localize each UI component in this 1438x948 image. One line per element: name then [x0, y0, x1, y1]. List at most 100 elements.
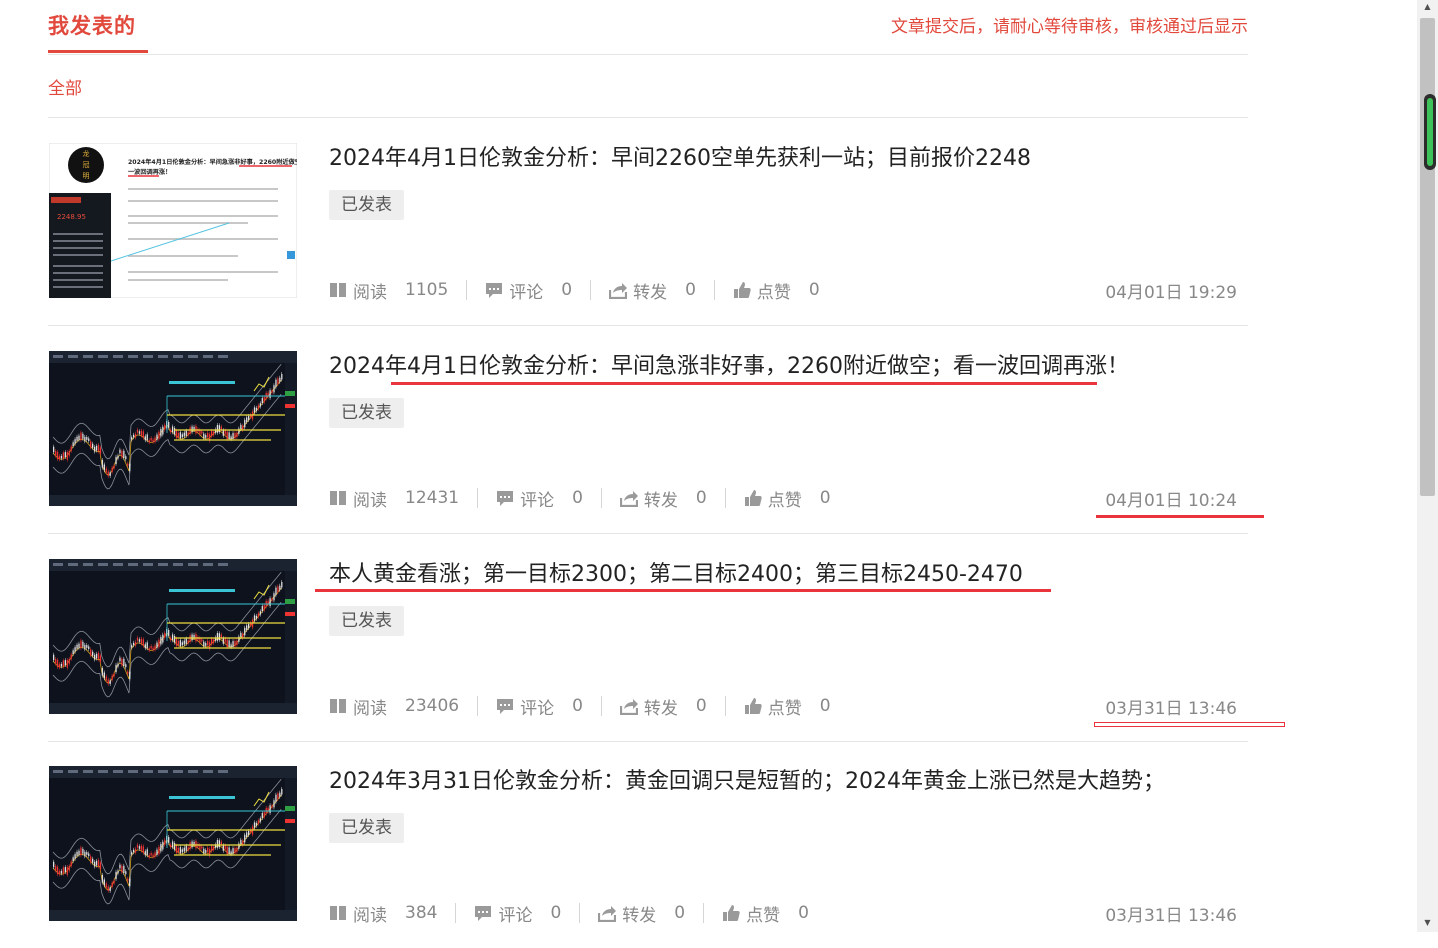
candlestick-chart-image [49, 351, 297, 506]
read-count: 384 [405, 903, 438, 923]
stat-separator [703, 903, 705, 923]
article-title[interactable]: 2024年4月1日伦敦金分析：早间2260空单先获利一站；目前报价2248 [329, 140, 1031, 172]
share-stat[interactable]: 转发 0 [609, 278, 696, 303]
comment-stat[interactable]: 评论 0 [485, 278, 572, 303]
article-thumbnail-chart[interactable] [49, 766, 297, 921]
article-thumbnail-document[interactable]: 龙 冠 明 2024年4月1日伦敦金分析：早间急涨非好事，2260附近做空；看 … [49, 143, 297, 298]
annotation-underline [1094, 722, 1285, 727]
publish-date: 03月31日 13:46 [1105, 906, 1237, 926]
thumbnail-seal-char-3: 明 [83, 172, 90, 180]
like-label: 点赞 [767, 490, 802, 511]
thumbnail-price: 2248.95 [57, 213, 86, 221]
candlestick-chart-image [49, 766, 297, 921]
stat-separator [713, 280, 715, 300]
stat-separator [590, 280, 592, 300]
like-stat[interactable]: 点赞 0 [744, 694, 831, 719]
thumbnail-seal-char-2: 冠 [83, 161, 90, 169]
like-count: 0 [819, 696, 831, 716]
article-list-page: 我发表的 文章提交后，请耐心等待审核，审核通过后显示 全部 龙 冠 明 2024… [48, 0, 1248, 932]
article-stats: 阅读 23406 评论 0 转发 0 点赞 0 [329, 694, 831, 719]
stat-separator [477, 696, 479, 716]
share-label: 转发 [643, 490, 678, 511]
annotation-underline [315, 589, 1051, 592]
review-notice: 文章提交后，请耐心等待审核，审核通过后显示 [891, 17, 1248, 37]
comment-count: 0 [561, 280, 573, 300]
article-thumbnail-chart[interactable] [49, 559, 297, 714]
like-label: 点赞 [767, 698, 802, 719]
like-stat[interactable]: 点赞 0 [722, 901, 809, 926]
thumbs-up-icon [744, 489, 762, 507]
like-count: 0 [808, 280, 820, 300]
share-label: 转发 [622, 905, 657, 926]
article-title[interactable]: 2024年4月1日伦敦金分析：早间急涨非好事，2260附近做空；看一波回调再涨！ [329, 348, 1129, 380]
stat-separator [455, 903, 457, 923]
read-stat[interactable]: 阅读 12431 [329, 486, 459, 511]
share-count: 0 [674, 903, 686, 923]
article-item: 2024年3月31日伦敦金分析：黄金回调只是短暂的；2024年黄金上涨已然是大趋… [48, 741, 1248, 948]
share-icon [598, 904, 617, 922]
like-stat[interactable]: 点赞 0 [744, 486, 831, 511]
read-stat[interactable]: 阅读 23406 [329, 694, 459, 719]
share-stat[interactable]: 转发 0 [619, 694, 707, 719]
book-icon [329, 697, 347, 715]
article-item: 2024年4月1日伦敦金分析：早间急涨非好事，2260附近做空；看一波回调再涨！… [48, 326, 1248, 534]
book-icon [329, 281, 347, 299]
like-label: 点赞 [746, 905, 781, 926]
stat-separator [466, 280, 468, 300]
share-icon [609, 281, 628, 299]
thumbs-up-icon [722, 904, 740, 922]
stat-separator [600, 696, 602, 716]
page-title[interactable]: 我发表的 [48, 10, 136, 40]
like-stat[interactable]: 点赞 0 [733, 278, 820, 303]
read-count: 12431 [405, 488, 460, 508]
read-label: 阅读 [353, 282, 387, 303]
thumbnail-heading-line2: 一波回调再涨！ [128, 168, 171, 176]
comment-label: 评论 [520, 698, 555, 719]
comment-count: 0 [550, 903, 562, 923]
thumbs-up-icon [744, 697, 762, 715]
thumbs-up-icon [733, 281, 751, 299]
comment-stat[interactable]: 评论 0 [474, 901, 561, 926]
scroll-up-icon[interactable]: ▲ [1417, 0, 1438, 14]
status-badge: 已发表 [329, 606, 404, 636]
candlestick-chart-image [49, 559, 297, 714]
active-tab-indicator [48, 50, 148, 53]
annotation-underline [391, 382, 1097, 385]
read-count: 1105 [405, 280, 449, 300]
stat-separator [600, 488, 602, 508]
thumbnail-seal-char-1: 龙 [83, 149, 90, 158]
stat-separator [724, 696, 726, 716]
share-label: 转发 [643, 698, 678, 719]
read-count: 23406 [405, 696, 460, 716]
article-thumbnail-chart[interactable] [49, 351, 297, 506]
share-stat[interactable]: 转发 0 [598, 901, 685, 926]
publish-date: 03月31日 13:46 [1105, 699, 1237, 719]
status-badge: 已发表 [329, 398, 404, 428]
like-count: 0 [798, 903, 809, 923]
article-stats: 阅读 1105 评论 0 转发 0 点赞 0 [329, 278, 820, 303]
read-label: 阅读 [353, 490, 387, 511]
share-count: 0 [695, 488, 707, 508]
comment-label: 评论 [509, 282, 544, 303]
status-badge: 已发表 [329, 813, 404, 843]
article-item: 龙 冠 明 2024年4月1日伦敦金分析：早间急涨非好事，2260附近做空；看 … [48, 118, 1248, 326]
share-icon [619, 697, 638, 715]
read-label: 阅读 [353, 698, 387, 719]
scroll-indicator-fill [1427, 98, 1433, 166]
article-stats: 阅读 12431 评论 0 转发 0 点赞 0 [329, 486, 831, 511]
read-stat[interactable]: 阅读 1105 [329, 278, 448, 303]
filter-all[interactable]: 全部 [48, 74, 82, 99]
comment-count: 0 [572, 488, 583, 508]
floating-scroll-indicator[interactable] [1424, 94, 1436, 170]
share-stat[interactable]: 转发 0 [619, 486, 707, 511]
scrollbar-thumb[interactable] [1420, 18, 1435, 496]
read-label: 阅读 [353, 905, 387, 926]
comment-stat[interactable]: 评论 0 [496, 694, 583, 719]
article-title[interactable]: 2024年3月31日伦敦金分析：黄金回调只是短暂的；2024年黄金上涨已然是大趋… [329, 763, 1165, 795]
like-count: 0 [819, 488, 831, 508]
article-title[interactable]: 本人黄金看涨；第一目标2300；第二目标2400；第三目标2450-2470 [329, 556, 1023, 588]
scroll-down-icon[interactable]: ▼ [1417, 916, 1438, 930]
comment-stat[interactable]: 评论 0 [496, 486, 583, 511]
read-stat[interactable]: 阅读 384 [329, 901, 437, 926]
share-label: 转发 [633, 282, 668, 303]
